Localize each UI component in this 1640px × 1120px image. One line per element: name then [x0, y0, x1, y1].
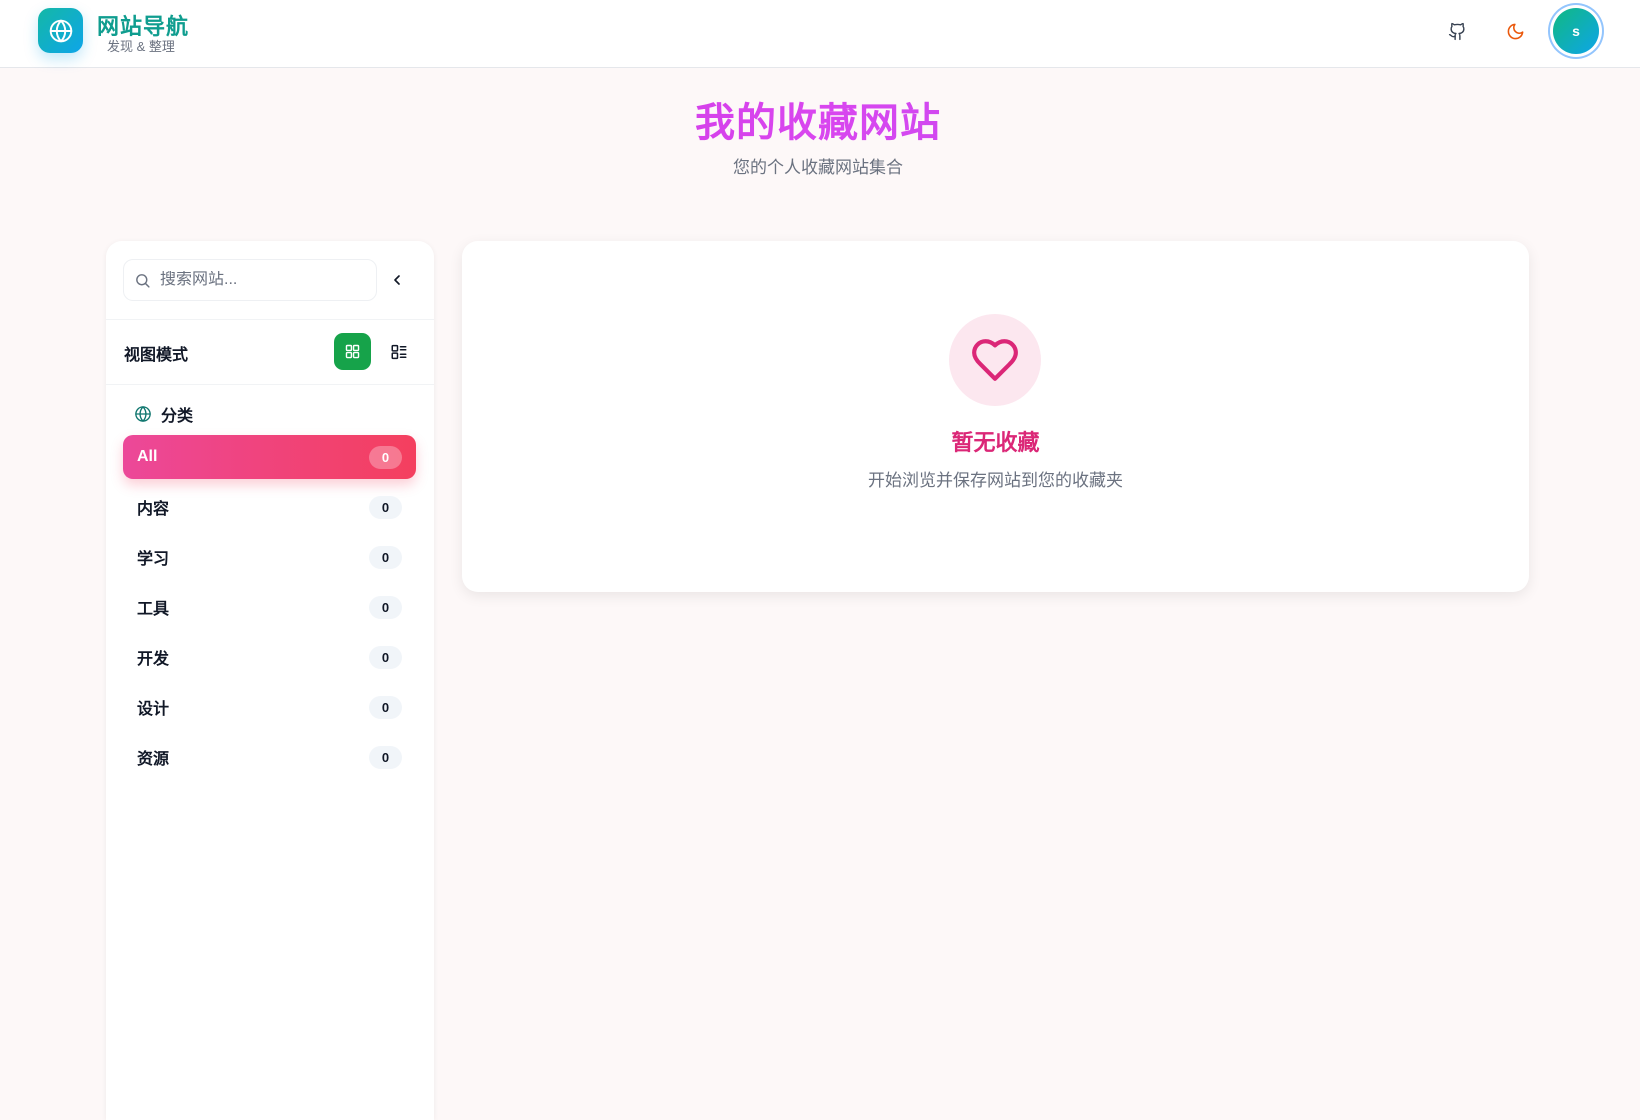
grid-view-button[interactable]	[334, 333, 371, 370]
brand-subtitle: 发现 & 整理	[107, 39, 175, 54]
search-input[interactable]	[160, 271, 350, 289]
collapse-sidebar-button[interactable]	[384, 267, 410, 293]
category-label: 开发	[137, 651, 170, 668]
category-label: 内容	[137, 501, 170, 518]
category-item-resources[interactable]: 资源 0	[123, 735, 416, 779]
globe-icon	[49, 19, 72, 42]
empty-state-title: 暂无收藏	[951, 430, 1040, 455]
category-count-badge: 0	[369, 745, 402, 769]
categories-header: 分类	[134, 402, 193, 426]
category-label: 学习	[137, 551, 170, 568]
category-label: 资源	[137, 751, 170, 768]
theme-toggle-button[interactable]	[1500, 16, 1530, 46]
category-item-development[interactable]: 开发 0	[123, 635, 416, 679]
github-icon	[1448, 22, 1465, 40]
categories-label: 分类	[161, 408, 194, 425]
category-label: 设计	[137, 701, 170, 718]
favorites-panel: 暂无收藏 开始浏览并保存网站到您的收藏夹	[462, 241, 1529, 592]
list-view-button[interactable]	[380, 333, 417, 370]
category-label: 工具	[137, 601, 170, 618]
category-item-design[interactable]: 设计 0	[123, 685, 416, 729]
logo[interactable]	[38, 8, 83, 53]
page-title: 我的收藏网站	[0, 90, 1636, 148]
moon-icon	[1507, 23, 1523, 39]
github-button[interactable]	[1442, 16, 1472, 46]
page-subtitle: 您的个人收藏网站集合	[733, 158, 903, 177]
list-icon	[391, 344, 406, 359]
category-count-badge: 0	[369, 595, 402, 619]
globe-icon	[135, 406, 151, 422]
category-label: All	[137, 448, 158, 465]
divider	[106, 384, 434, 385]
divider	[106, 319, 434, 320]
category-item-all[interactable]: All 0	[123, 435, 416, 479]
category-item-tools[interactable]: 工具 0	[123, 585, 416, 629]
grid-icon	[345, 344, 360, 359]
category-list: All 0 内容 0 学习 0 工具 0 开发 0 设计 0 资源 0	[123, 435, 416, 785]
category-item-content[interactable]: 内容 0	[123, 485, 416, 529]
category-count-badge: 0	[369, 545, 402, 569]
top-navbar: 网站导航 发现 & 整理 s	[0, 0, 1640, 68]
category-count-badge: 0	[369, 695, 402, 719]
heart-icon	[972, 339, 1018, 381]
category-count-badge: 0	[369, 495, 402, 519]
sidebar: 视图模式 分类 All 0 内	[106, 241, 434, 1120]
category-count-badge: 0	[369, 645, 402, 669]
user-avatar[interactable]: s	[1553, 8, 1599, 54]
chevron-left-icon	[394, 275, 400, 285]
search-box[interactable]	[123, 259, 377, 301]
view-mode-label: 视图模式	[124, 347, 189, 364]
category-count-badge: 0	[369, 445, 402, 469]
empty-state-illustration	[949, 314, 1041, 406]
search-icon	[136, 273, 150, 288]
empty-state-description: 开始浏览并保存网站到您的收藏夹	[868, 471, 1123, 490]
category-item-learning[interactable]: 学习 0	[123, 535, 416, 579]
